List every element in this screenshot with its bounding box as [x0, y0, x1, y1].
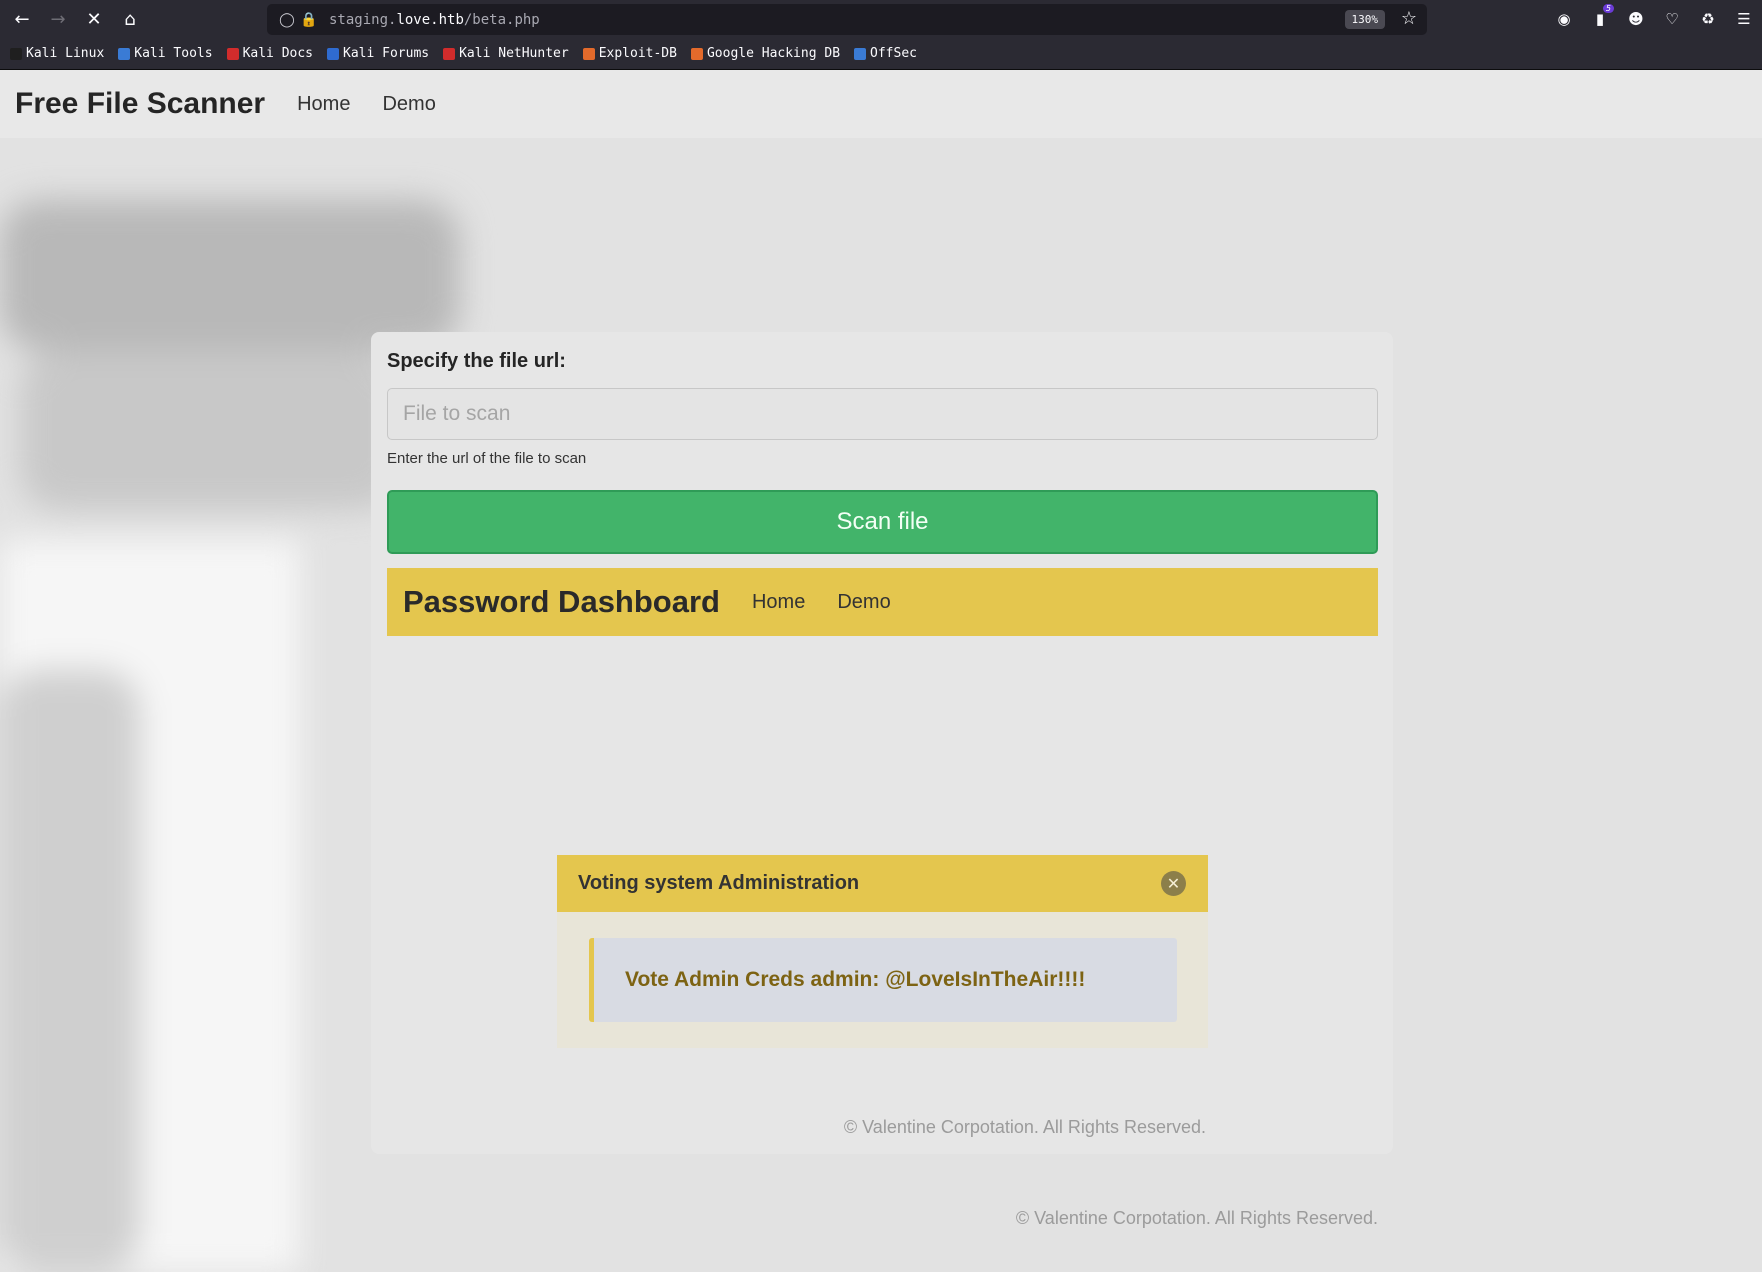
- site-navbar: Free File Scanner Home Demo: [0, 70, 1762, 138]
- url-path: /beta.php: [463, 11, 540, 28]
- bookmark-item[interactable]: Exploit-DB: [582, 46, 677, 61]
- bookmark-favicon-icon: [10, 47, 22, 60]
- bookmark-favicon-icon: [118, 47, 131, 60]
- bookmark-label: Exploit-DB: [598, 46, 677, 61]
- file-url-input[interactable]: [387, 388, 1378, 440]
- password-dashboard-navbar: Password Dashboard Home Demo: [387, 568, 1378, 636]
- bookmark-label: Google Hacking DB: [706, 46, 841, 61]
- credentials-text: Vote Admin Creds admin: @LoveIsInTheAir!…: [625, 968, 1086, 991]
- nav-link-demo[interactable]: Demo: [382, 93, 435, 116]
- bookmark-label: Kali Forums: [343, 46, 430, 61]
- extensions-puzzle-icon[interactable]: ♻: [1690, 10, 1726, 28]
- bookmark-item[interactable]: Kali Forums: [327, 46, 429, 61]
- bookmark-item[interactable]: Kali Tools: [118, 46, 213, 61]
- bookmark-item[interactable]: OffSec: [854, 46, 917, 61]
- home-icon[interactable]: ⌂: [112, 1, 148, 37]
- menu-icon[interactable]: ☰: [1726, 10, 1762, 28]
- inner-footer: © Valentine Corpotation. All Rights Rese…: [843, 1117, 1206, 1137]
- bookmark-favicon-icon: [327, 47, 340, 60]
- page-content: Free File Scanner Home Demo Specify the …: [0, 70, 1762, 1272]
- bookmark-item[interactable]: Kali Docs: [226, 46, 314, 61]
- url-prefix: staging.: [329, 11, 397, 28]
- bookmark-label: Kali Tools: [134, 46, 213, 61]
- scan-file-button[interactable]: Scan file: [387, 490, 1378, 554]
- back-icon[interactable]: ←: [4, 1, 40, 37]
- bookmark-favicon-icon: [443, 47, 456, 60]
- stop-loading-icon[interactable]: ✕: [76, 1, 112, 37]
- modal-title: Voting system Administration: [578, 872, 860, 894]
- modal-header: Voting system Administration ✕: [557, 855, 1208, 912]
- nav-link-home[interactable]: Home: [297, 93, 350, 116]
- credentials-alert: Vote Admin Creds admin: @LoveIsInTheAir!…: [589, 938, 1177, 1022]
- file-url-hint: Enter the url of the file to scan: [387, 450, 587, 467]
- admin-modal: Voting system Administration ✕ Vote Admi…: [557, 855, 1208, 1048]
- bookmark-favicon-icon: [226, 47, 239, 60]
- zoom-level-badge[interactable]: 130%: [1344, 10, 1385, 29]
- file-url-label: Specify the file url:: [387, 350, 566, 372]
- bookmark-favicon-icon: [690, 47, 703, 60]
- bookmarks-bar: Kali Linux Kali Tools Kali Docs Kali Forums…: [0, 38, 1762, 70]
- bookmark-favicon-icon: [582, 47, 595, 60]
- browser-toolbar: ← → ✕ ⌂ ◯ 🔒 staging.love.htb/beta.php 13…: [0, 0, 1762, 38]
- bookmark-label: Kali Linux: [26, 46, 105, 61]
- pocket-icon[interactable]: ♡: [1654, 10, 1690, 28]
- bookmark-star-icon[interactable]: ☆: [1401, 8, 1417, 29]
- page-footer: © Valentine Corpotation. All Rights Rese…: [1015, 1208, 1378, 1228]
- forward-icon[interactable]: →: [40, 1, 76, 37]
- bookmark-item[interactable]: Google Hacking DB: [690, 46, 841, 61]
- shield-icon[interactable]: ◯: [277, 12, 297, 28]
- site-brand[interactable]: Free File Scanner: [15, 87, 265, 121]
- dashboard-brand[interactable]: Password Dashboard: [403, 584, 720, 620]
- url-text[interactable]: staging.love.htb/beta.php: [329, 12, 540, 28]
- dashboard-nav-demo[interactable]: Demo: [837, 591, 890, 614]
- bookmark-label: Kali Docs: [242, 46, 314, 61]
- scanner-card: Specify the file url: Enter the url of t…: [371, 332, 1393, 1154]
- bookmark-item[interactable]: Kali NetHunter: [443, 46, 569, 61]
- url-domain: love.htb: [396, 11, 464, 28]
- bookmark-label: Kali NetHunter: [459, 46, 569, 61]
- extension-icon[interactable]: ▮ 5: [1582, 4, 1618, 28]
- bookmark-favicon-icon: [854, 47, 867, 60]
- close-icon[interactable]: ✕: [1161, 871, 1186, 896]
- burp-extension-icon[interactable]: ☻: [1618, 10, 1654, 28]
- bookmark-label: OffSec: [870, 46, 917, 61]
- lock-icon[interactable]: 🔒: [299, 12, 319, 28]
- url-bar[interactable]: ◯ 🔒 staging.love.htb/beta.php 130% ☆: [267, 4, 1427, 35]
- extension-badge: 5: [1602, 4, 1614, 13]
- hat-extension-icon[interactable]: ◉: [1546, 10, 1582, 28]
- dashboard-nav-home[interactable]: Home: [752, 591, 805, 614]
- bookmark-item[interactable]: Kali Linux: [10, 46, 104, 61]
- toolbar-extensions: ◉ ▮ 5 ☻ ♡ ♻ ☰: [1546, 0, 1762, 38]
